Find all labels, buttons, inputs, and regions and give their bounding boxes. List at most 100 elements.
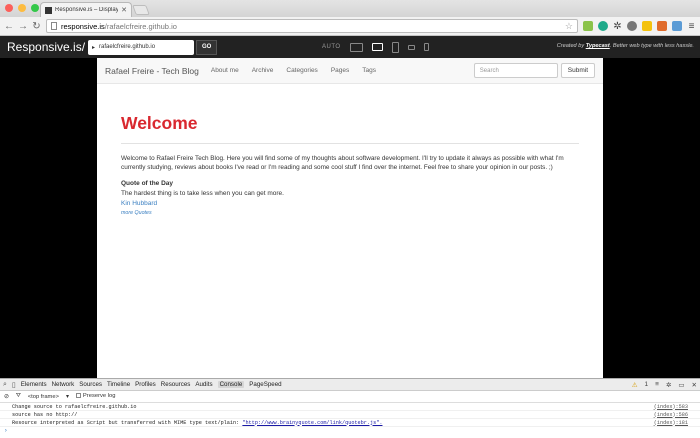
device-mode-icon[interactable]: ▯ — [12, 381, 16, 389]
browser-toolbar: ← → ↻ responsive.is/rafaelcfreire.github… — [0, 17, 700, 36]
preserve-log-checkbox[interactable]: Preserve log — [75, 393, 116, 400]
warning-icon[interactable]: ⚠ — [632, 381, 638, 389]
typecast-link[interactable]: Typecast — [586, 43, 610, 49]
quote-title: Quote of the Day — [121, 180, 174, 188]
forward-icon[interactable]: → — [18, 21, 28, 32]
submit-button[interactable]: Submit — [560, 63, 595, 78]
page-title: Welcome — [121, 113, 198, 133]
credit-suffix: . Better web type with less hassle. — [609, 43, 694, 49]
console-source-link[interactable]: (index):583 — [654, 404, 688, 410]
nav-about-me[interactable]: About me — [211, 67, 239, 74]
tab-pagespeed[interactable]: PageSpeed — [249, 381, 281, 388]
menu-icon[interactable]: ≡ — [687, 21, 696, 32]
quote-text: The hardest thing is to take less when y… — [121, 190, 284, 198]
extension-icon[interactable] — [642, 21, 652, 31]
tab-timeline[interactable]: Timeline — [107, 381, 130, 388]
intro-text: Welcome to Rafael Freire Tech Blog. Here… — [121, 155, 564, 172]
window-controls — [5, 4, 39, 12]
site-navbar: Rafael Freire - Tech Blog About me Archi… — [97, 58, 603, 84]
responsive-logo[interactable]: Responsive.is/ — [0, 40, 88, 54]
maximize-window-button[interactable] — [31, 4, 39, 12]
phone-portrait-icon[interactable] — [423, 43, 429, 51]
gear-icon[interactable]: ✲ — [613, 21, 622, 32]
back-icon[interactable]: ← — [4, 21, 14, 32]
devtools-tabs: ⌕ ▯ Elements Network Sources Timeline Pr… — [0, 379, 700, 391]
gear-icon[interactable]: ✲ — [666, 381, 671, 389]
nav-tags[interactable]: Tags — [362, 67, 376, 74]
dock-icon[interactable]: ▭ — [678, 381, 684, 389]
phone-landscape-icon[interactable] — [407, 44, 415, 50]
responsive-toolbar: Responsive.is/ ▸ rafaelcfreire.github.io… — [0, 36, 700, 58]
console-filter-bar: ⊘ ⛛ <top frame> ▾ Preserve log — [0, 391, 700, 403]
divider — [121, 143, 579, 144]
devtools-panel: ⌕ ▯ Elements Network Sources Timeline Pr… — [0, 378, 700, 438]
console-message: source has no http:// — [12, 411, 78, 418]
device-selector: AUTO — [322, 40, 429, 54]
tab-audits[interactable]: Audits — [195, 381, 212, 388]
quote-author-link[interactable]: Kin Hubbard — [121, 200, 579, 207]
more-quotes-link[interactable]: more Quotes — [121, 210, 579, 216]
tab-console[interactable]: Console — [217, 381, 245, 388]
console-row: source has no http:// (index):586 — [0, 411, 700, 419]
site-content: Welcome Welcome to Rafael Freire Tech Bl… — [97, 113, 603, 216]
warning-count: 1 — [644, 381, 649, 388]
console-source-link[interactable]: (index):181 — [654, 420, 688, 426]
tablet-portrait-icon[interactable] — [391, 41, 399, 53]
nav-categories[interactable]: Categories — [286, 67, 317, 74]
search-icon[interactable]: ⌕ — [3, 381, 7, 389]
close-tab-icon[interactable]: ✕ — [121, 6, 127, 14]
tablet-landscape-icon[interactable] — [371, 43, 383, 51]
chevron-down-icon[interactable]: ▾ — [66, 394, 69, 400]
extension-icon[interactable] — [598, 21, 608, 31]
go-button[interactable]: GO — [196, 39, 218, 55]
frame-selector[interactable]: <top frame> — [28, 394, 59, 400]
extension-icon[interactable] — [583, 21, 593, 31]
checkbox-icon[interactable] — [75, 393, 81, 399]
tab-elements[interactable]: Elements — [21, 381, 47, 388]
close-icon[interactable]: ✕ — [692, 381, 697, 389]
nav-pages[interactable]: Pages — [331, 67, 349, 74]
console-url-link[interactable]: "http://www.brainyquote.com/link/quotebr… — [242, 420, 382, 426]
console-prompt[interactable]: › — [0, 427, 700, 434]
console-message: Resource interpreted as Script but trans… — [12, 419, 243, 426]
page-icon — [51, 22, 57, 30]
console-row: Change source to rafaelcfreire.github.io… — [0, 403, 700, 411]
desktop-icon[interactable] — [349, 42, 363, 52]
tab-resources[interactable]: Resources — [161, 381, 191, 388]
tab-sources[interactable]: Sources — [79, 381, 102, 388]
devtools-actions: ⚠ 1 ≡ ✲ ▭ ✕ — [632, 381, 697, 389]
credit-prefix: Created by — [556, 43, 586, 49]
preserve-log-label: Preserve log — [82, 393, 116, 400]
extension-icon[interactable] — [627, 21, 637, 31]
drawer-icon[interactable]: ≡ — [655, 381, 659, 388]
tab-profiles[interactable]: Profiles — [135, 381, 156, 388]
bookmark-star-icon[interactable]: ☆ — [565, 21, 573, 32]
reload-icon[interactable]: ↻ — [32, 21, 41, 32]
search-input[interactable]: Search — [473, 63, 558, 78]
console-output: Change source to rafaelcfreire.github.io… — [0, 403, 700, 434]
chevron-icon: ▸ — [92, 44, 96, 51]
extension-icon[interactable] — [672, 21, 682, 31]
site-url-input[interactable]: ▸ rafaelcfreire.github.io — [88, 39, 194, 55]
address-bar[interactable]: responsive.is/rafaelcfreire.github.io ☆ — [46, 19, 578, 33]
auto-size-button[interactable]: AUTO — [322, 44, 341, 50]
tab-network[interactable]: Network — [52, 381, 75, 388]
credit-text: Created by Typecast. Better web type wit… — [557, 43, 694, 49]
browser-titlebar: Responsive.is – Display w… ✕ — [0, 0, 700, 17]
close-window-button[interactable] — [5, 4, 13, 12]
url-host: responsive.is — [61, 21, 105, 31]
clear-console-icon[interactable]: ⊘ — [4, 394, 9, 400]
console-source-link[interactable]: (index):586 — [654, 412, 688, 418]
new-tab-button[interactable] — [132, 5, 150, 15]
nav-archive[interactable]: Archive — [252, 67, 274, 74]
favicon-icon — [45, 6, 52, 14]
browser-tab[interactable]: Responsive.is – Display w… ✕ — [40, 2, 132, 17]
console-message: Change source to rafaelcfreire.github.io — [12, 403, 137, 410]
filter-icon[interactable]: ⛛ — [16, 393, 21, 400]
url-path: /rafaelcfreire.github.io — [104, 21, 177, 31]
site-brand[interactable]: Rafael Freire - Tech Blog — [105, 66, 199, 76]
tab-title: Responsive.is – Display w… — [55, 7, 119, 13]
extension-icon[interactable] — [657, 21, 667, 31]
minimize-window-button[interactable] — [18, 4, 26, 12]
site-url-value: rafaelcfreire.github.io — [99, 44, 156, 50]
